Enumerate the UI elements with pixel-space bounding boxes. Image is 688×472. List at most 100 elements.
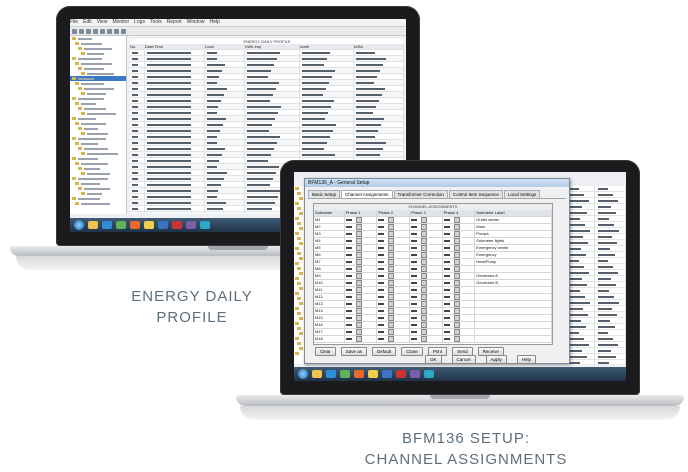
copy-icon[interactable] <box>100 28 105 34</box>
help-button[interactable]: Help <box>516 355 537 364</box>
phase-select[interactable] <box>443 238 476 244</box>
dropdown-arrow-icon[interactable] <box>388 280 395 286</box>
dropdown-arrow-icon[interactable] <box>388 329 395 335</box>
tab-local-settings[interactable]: Local Settings <box>503 190 541 198</box>
dropdown-arrow-icon[interactable] <box>388 231 395 237</box>
dropdown-arrow-icon[interactable] <box>388 336 395 342</box>
dropdown-arrow-icon[interactable] <box>388 266 395 272</box>
dropdown-arrow-icon[interactable] <box>355 294 362 300</box>
phase-select[interactable] <box>410 245 443 251</box>
phase-select[interactable] <box>410 329 443 335</box>
phase-select[interactable] <box>410 259 443 265</box>
taskbar-app-icon[interactable] <box>116 221 126 229</box>
menu-item-monitor[interactable]: Monitor <box>112 19 129 25</box>
phase-select[interactable] <box>443 224 476 230</box>
apply-button[interactable]: Apply <box>485 355 507 364</box>
table-icon[interactable] <box>121 28 126 34</box>
dropdown-arrow-icon[interactable] <box>421 315 428 321</box>
dropdown-arrow-icon[interactable] <box>355 287 362 293</box>
dropdown-arrow-icon[interactable] <box>421 217 428 223</box>
submeter-label-field[interactable]: Heat/Pump <box>475 259 552 265</box>
phase-select[interactable] <box>377 224 411 230</box>
dropdown-arrow-icon[interactable] <box>453 245 460 251</box>
dropdown-arrow-icon[interactable] <box>355 217 362 223</box>
dropdown-arrow-icon[interactable] <box>388 252 395 258</box>
tab-transformer-correction[interactable]: Transformer Correction <box>393 190 448 198</box>
cut-icon[interactable] <box>93 28 98 34</box>
menu-item-view[interactable]: View <box>97 19 108 25</box>
taskbar-app-icon[interactable] <box>312 370 322 378</box>
phase-select[interactable] <box>377 231 411 237</box>
dropdown-arrow-icon[interactable] <box>453 266 460 272</box>
dropdown-arrow-icon[interactable] <box>421 287 428 293</box>
phase-select[interactable] <box>443 266 476 272</box>
dropdown-arrow-icon[interactable] <box>388 259 395 265</box>
dropdown-arrow-icon[interactable] <box>453 252 460 258</box>
dropdown-arrow-icon[interactable] <box>453 280 460 286</box>
phase-select[interactable] <box>410 273 443 279</box>
phase-select[interactable] <box>345 287 378 293</box>
phase-select[interactable] <box>345 315 378 321</box>
dropdown-arrow-icon[interactable] <box>421 308 428 314</box>
dropdown-arrow-icon[interactable] <box>355 266 362 272</box>
phase-select[interactable] <box>443 329 476 335</box>
submeter-label-field[interactable]: Submeter lights <box>475 238 552 244</box>
tab-control-item-sequence[interactable]: Control Item Sequence <box>448 190 503 198</box>
menu-item-window[interactable]: Window <box>187 19 205 25</box>
menu-item-logs[interactable]: Logs <box>134 19 145 25</box>
dropdown-arrow-icon[interactable] <box>421 301 428 307</box>
menu-item-tools[interactable]: Tools <box>150 19 162 25</box>
dropdown-arrow-icon[interactable] <box>421 280 428 286</box>
default-button[interactable]: Default <box>372 347 397 356</box>
dropdown-arrow-icon[interactable] <box>453 273 460 279</box>
dropdown-arrow-icon[interactable] <box>453 224 460 230</box>
phase-select[interactable] <box>443 273 476 279</box>
dropdown-arrow-icon[interactable] <box>355 245 362 251</box>
dropdown-arrow-icon[interactable] <box>355 329 362 335</box>
phase-select[interactable] <box>377 217 411 223</box>
taskbar-app-icon[interactable] <box>144 221 154 229</box>
phase-select[interactable] <box>410 238 443 244</box>
clear-button[interactable]: Clear <box>315 347 336 356</box>
phase-select[interactable] <box>443 280 476 286</box>
dropdown-arrow-icon[interactable] <box>355 224 362 230</box>
phase-select[interactable] <box>377 329 411 335</box>
taskbar-app-icon[interactable] <box>130 221 140 229</box>
dropdown-arrow-icon[interactable] <box>421 252 428 258</box>
dropdown-arrow-icon[interactable] <box>355 273 362 279</box>
dropdown-arrow-icon[interactable] <box>453 329 460 335</box>
submeter-label-field[interactable] <box>475 301 552 307</box>
phase-select[interactable] <box>345 273 378 279</box>
submeter-label-field[interactable] <box>475 336 552 342</box>
phase-select[interactable] <box>345 322 378 328</box>
dropdown-arrow-icon[interactable] <box>388 308 395 314</box>
submeter-label-field[interactable] <box>475 294 552 300</box>
dropdown-arrow-icon[interactable] <box>355 231 362 237</box>
taskbar-app-icon[interactable] <box>172 221 182 229</box>
phase-select[interactable] <box>377 322 411 328</box>
phase-select[interactable] <box>345 308 378 314</box>
taskbar-app-icon[interactable] <box>354 370 364 378</box>
dropdown-arrow-icon[interactable] <box>421 273 428 279</box>
dropdown-arrow-icon[interactable] <box>388 224 395 230</box>
print-icon[interactable] <box>86 28 91 34</box>
phase-select[interactable] <box>377 294 411 300</box>
phase-select[interactable] <box>377 245 411 251</box>
phase-select[interactable] <box>377 252 411 258</box>
dropdown-arrow-icon[interactable] <box>421 238 428 244</box>
dropdown-arrow-icon[interactable] <box>355 259 362 265</box>
phase-select[interactable] <box>443 252 476 258</box>
phase-select[interactable] <box>410 315 443 321</box>
taskbar-app-icon[interactable] <box>186 221 196 229</box>
dropdown-arrow-icon[interactable] <box>388 301 395 307</box>
phase-select[interactable] <box>443 259 476 265</box>
dropdown-arrow-icon[interactable] <box>388 294 395 300</box>
menu-item-file[interactable]: File <box>70 19 78 25</box>
dropdown-arrow-icon[interactable] <box>421 336 428 342</box>
dropdown-arrow-icon[interactable] <box>355 308 362 314</box>
dropdown-arrow-icon[interactable] <box>388 273 395 279</box>
submeter-label-field[interactable] <box>475 308 552 314</box>
phase-select[interactable] <box>345 231 378 237</box>
dropdown-arrow-icon[interactable] <box>453 322 460 328</box>
taskbar-app-icon[interactable] <box>396 370 406 378</box>
